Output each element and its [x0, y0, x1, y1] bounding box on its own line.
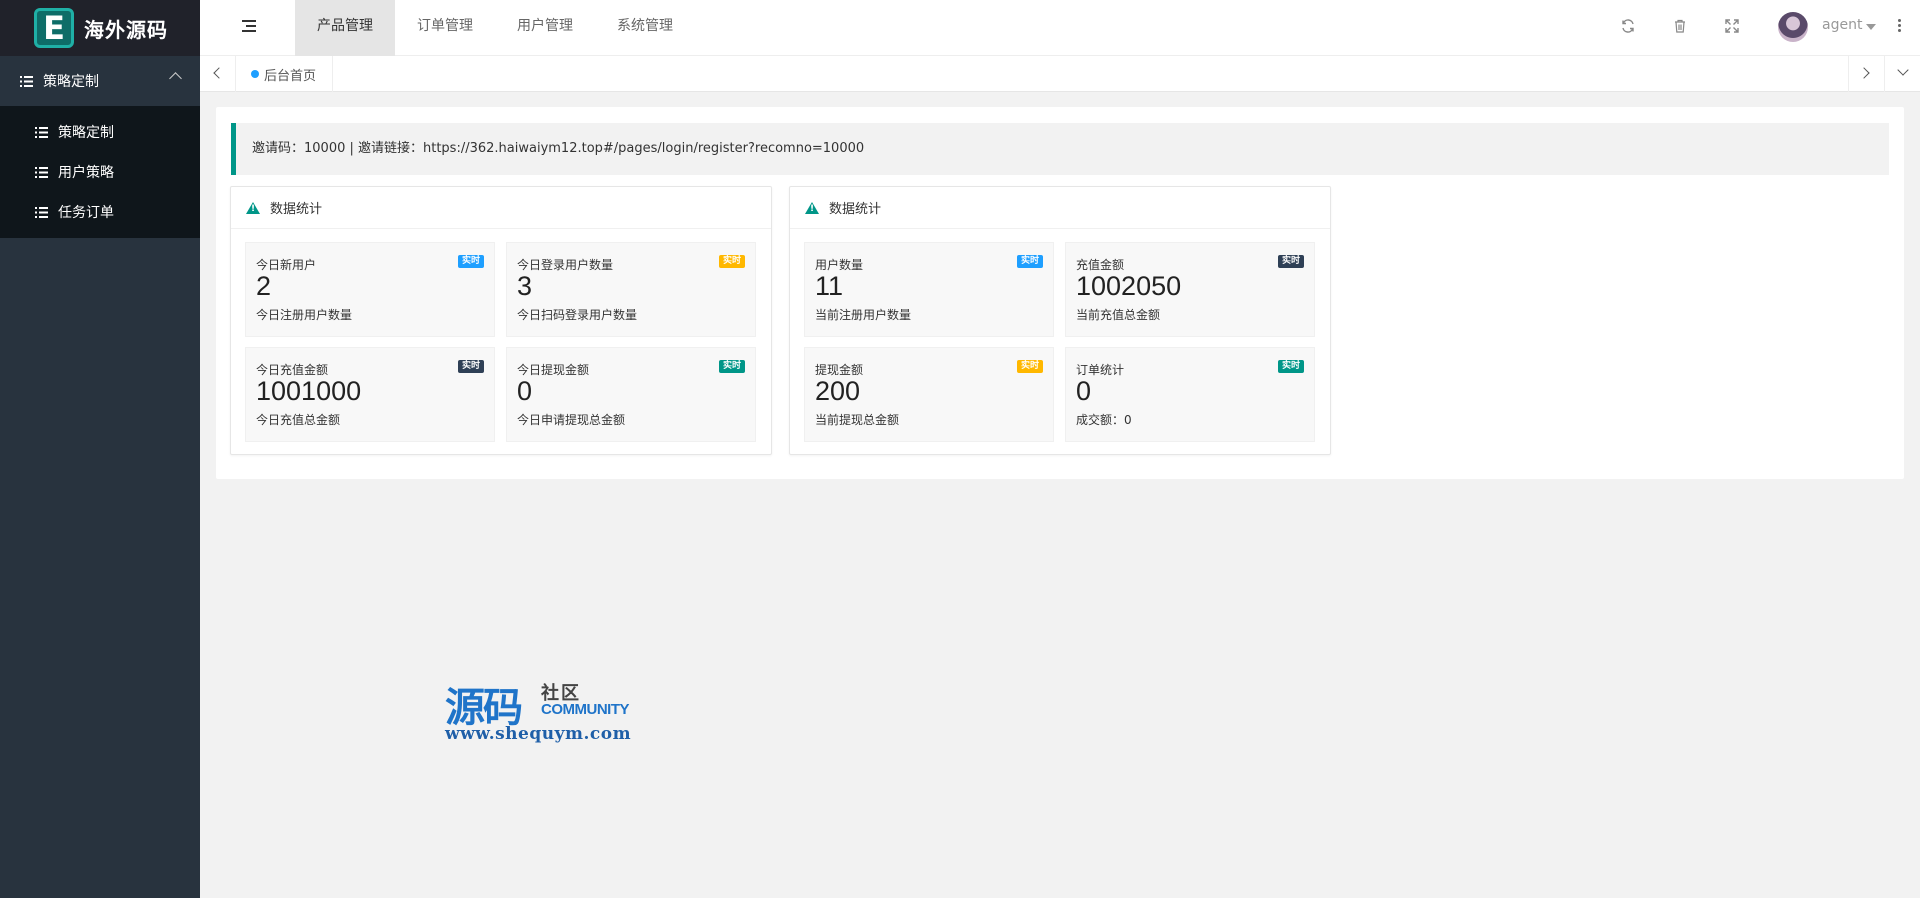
- sidebar-item-label: 任务订单: [58, 205, 114, 221]
- status-badge: 实时: [1277, 360, 1304, 373]
- warning-icon: [246, 201, 260, 214]
- list-icon: [35, 166, 48, 178]
- stats-panel-today: 数据统计 今日新用户 实时 2 今日注册用户数量 今日登录用户数量 实时 3 今…: [230, 186, 772, 455]
- tabbar-prev-button[interactable]: [200, 56, 236, 92]
- stat-desc: 当前提现总金额: [815, 413, 900, 427]
- tab-product-management[interactable]: 产品管理: [295, 0, 395, 56]
- avatar[interactable]: [1778, 12, 1808, 42]
- tabbar-menu-button[interactable]: [1884, 56, 1920, 92]
- logo[interactable]: E 海外源码: [0, 0, 200, 56]
- sidebar-item-label: 用户策略: [58, 165, 114, 181]
- stat-value: 11: [815, 271, 844, 301]
- sidebar-toggle-button[interactable]: [242, 19, 258, 33]
- tab-system-management[interactable]: 系统管理: [595, 0, 695, 56]
- stat-value: 2: [256, 271, 272, 301]
- stat-desc: 今日注册用户数量: [256, 308, 353, 322]
- stat-card: 用户数量 实时 11 当前注册用户数量: [804, 242, 1054, 337]
- list-icon: [35, 206, 48, 218]
- chevron-right-icon: [1858, 67, 1870, 79]
- more-vertical-icon[interactable]: [1897, 18, 1901, 34]
- stat-card: 充值金额 实时 1002050 当前充值总金额: [1065, 242, 1315, 337]
- status-badge: 实时: [1016, 360, 1043, 373]
- sidebar-group-strategy[interactable]: 策略定制: [0, 56, 200, 106]
- chevron-left-icon: [213, 67, 225, 79]
- invite-notice: 邀请码：10000 | 邀请链接：https://362.haiwaiym12.…: [231, 123, 1889, 175]
- chevron-up-icon: [169, 72, 182, 85]
- caret-down-icon[interactable]: [1866, 24, 1876, 30]
- stat-desc: 成交额：0: [1076, 413, 1132, 427]
- tab-home-label: 后台首页: [264, 68, 317, 84]
- chevron-down-icon: [1897, 64, 1909, 76]
- stat-value: 3: [517, 271, 533, 301]
- status-badge: 实时: [457, 255, 484, 268]
- stat-card: 今日充值金额 实时 1001000 今日充值总金额: [245, 347, 495, 442]
- sidebar-group-label: 策略定制: [43, 74, 99, 90]
- user-name[interactable]: agent: [1822, 17, 1862, 33]
- status-badge: 实时: [718, 360, 745, 373]
- stat-value: 0: [1076, 376, 1092, 406]
- watermark-logo: 源码 社区 COMMUNITY www.shequym.com: [445, 675, 645, 755]
- brand-name: 海外源码: [84, 17, 168, 42]
- stat-card: 今日登录用户数量 实时 3 今日扫码登录用户数量: [506, 242, 756, 337]
- status-badge: 实时: [457, 360, 484, 373]
- sidebar-item-task-orders[interactable]: 任务订单: [0, 192, 200, 232]
- stat-desc: 今日扫码登录用户数量: [517, 308, 638, 322]
- stat-desc: 当前注册用户数量: [815, 308, 912, 322]
- sidebar: E 海外源码 策略定制 策略定制 用户策略 任务订单: [0, 0, 200, 898]
- watermark-url: www.shequym.com: [445, 724, 632, 744]
- active-dot-icon: [251, 70, 259, 78]
- refresh-icon[interactable]: [1618, 16, 1638, 36]
- stat-value: 1002050: [1076, 271, 1182, 301]
- stat-card: 今日提现金额 实时 0 今日申请提现总金额: [506, 347, 756, 442]
- stat-card: 今日新用户 实时 2 今日注册用户数量: [245, 242, 495, 337]
- panel-header: 数据统计: [231, 187, 771, 229]
- sidebar-item-strategy[interactable]: 策略定制: [0, 112, 200, 152]
- status-badge: 实时: [1277, 255, 1304, 268]
- tab-home[interactable]: 后台首页: [236, 56, 334, 92]
- list-icon: [20, 75, 33, 87]
- stat-value: 0: [517, 376, 533, 406]
- fullscreen-icon[interactable]: [1722, 16, 1742, 36]
- stat-value: 1001000: [256, 376, 362, 406]
- dashboard-card: 邀请码：10000 | 邀请链接：https://362.haiwaiym12.…: [216, 107, 1904, 479]
- page-tabbar: 后台首页: [200, 56, 1920, 92]
- logo-icon: E: [34, 8, 74, 48]
- stat-desc: 当前充值总金额: [1076, 308, 1161, 322]
- tab-order-management[interactable]: 订单管理: [395, 0, 495, 56]
- stat-card: 提现金额 实时 200 当前提现总金额: [804, 347, 1054, 442]
- panel-title: 数据统计: [270, 202, 323, 217]
- sidebar-item-user-strategy[interactable]: 用户策略: [0, 152, 200, 192]
- top-header: 产品管理 订单管理 用户管理 系统管理 agent: [200, 0, 1920, 56]
- trash-icon[interactable]: [1670, 16, 1690, 36]
- panel-title: 数据统计: [829, 202, 882, 217]
- stat-value: 200: [815, 376, 861, 406]
- status-badge: 实时: [1016, 255, 1043, 268]
- tab-user-management[interactable]: 用户管理: [495, 0, 595, 56]
- panel-header: 数据统计: [790, 187, 1330, 229]
- list-icon: [35, 126, 48, 138]
- stat-desc: 今日申请提现总金额: [517, 413, 626, 427]
- stats-panel-total: 数据统计 用户数量 实时 11 当前注册用户数量 充值金额 实时 1002050…: [789, 186, 1331, 455]
- warning-icon: [805, 201, 819, 214]
- stat-card: 订单统计 实时 0 成交额：0: [1065, 347, 1315, 442]
- watermark-en-text: COMMUNITY: [541, 701, 630, 718]
- sidebar-submenu: 策略定制 用户策略 任务订单: [0, 106, 200, 238]
- sidebar-item-label: 策略定制: [58, 125, 114, 141]
- tabbar-next-button[interactable]: [1848, 56, 1884, 92]
- stat-desc: 今日充值总金额: [256, 413, 341, 427]
- status-badge: 实时: [718, 255, 745, 268]
